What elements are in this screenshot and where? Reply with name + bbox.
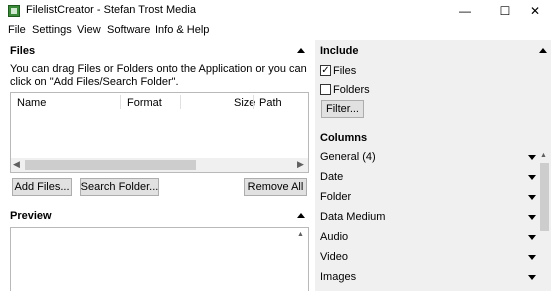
filter-button[interactable]: Filter...: [321, 100, 364, 118]
columns-item-data-medium[interactable]: Data Medium: [320, 211, 385, 223]
maximize-button[interactable]: ☐: [488, 0, 522, 22]
menu-view[interactable]: View: [77, 24, 101, 36]
column-separator[interactable]: [180, 95, 181, 109]
add-files-button[interactable]: Add Files...: [12, 178, 72, 196]
chevron-down-icon[interactable]: [528, 175, 536, 180]
include-section-title: Include: [320, 45, 359, 57]
remove-all-button[interactable]: Remove All: [244, 178, 307, 196]
column-separator[interactable]: [253, 95, 254, 109]
menu-settings[interactable]: Settings: [32, 24, 72, 36]
chevron-down-icon[interactable]: [528, 255, 536, 260]
columns-section-title: Columns: [320, 132, 368, 144]
scroll-right-icon[interactable]: ▶: [297, 159, 304, 170]
search-folder-button[interactable]: Search Folder...: [80, 178, 159, 196]
preview-area[interactable]: [10, 227, 309, 291]
column-header-path[interactable]: Path: [259, 97, 282, 109]
options-scroll-thumb[interactable]: [540, 163, 549, 231]
minimize-button[interactable]: —: [448, 0, 482, 22]
columns-item-images[interactable]: Images: [320, 271, 356, 283]
column-header-name[interactable]: Name: [17, 97, 46, 109]
columns-item-date[interactable]: Date: [320, 171, 343, 183]
include-files-checkbox[interactable]: ✓: [320, 65, 331, 76]
checkmark-icon: ✓: [321, 65, 330, 76]
include-collapse-icon[interactable]: [539, 48, 547, 53]
chevron-down-icon[interactable]: [528, 155, 536, 160]
preview-scroll-up-icon[interactable]: ▲: [297, 231, 304, 238]
include-files-label[interactable]: Files: [333, 65, 356, 77]
close-button[interactable]: ✕: [518, 0, 551, 22]
menu-software[interactable]: Software: [107, 24, 150, 36]
chevron-down-icon[interactable]: [528, 235, 536, 240]
include-folders-label[interactable]: Folders: [333, 84, 370, 96]
window-title: FilelistCreator - Stefan Trost Media: [26, 4, 196, 16]
menu-file[interactable]: File: [8, 24, 26, 36]
include-folders-checkbox[interactable]: [320, 84, 331, 95]
preview-section-title: Preview: [10, 210, 52, 222]
columns-item-audio[interactable]: Audio: [320, 231, 348, 243]
columns-item-folder[interactable]: Folder: [320, 191, 351, 203]
options-panel: [315, 40, 551, 291]
scroll-up-icon[interactable]: ▲: [540, 152, 547, 159]
files-hint-text: You can drag Files or Folders onto the A…: [10, 63, 307, 88]
columns-item-video[interactable]: Video: [320, 251, 348, 263]
file-list-scroll-thumb[interactable]: [25, 160, 196, 170]
chevron-down-icon[interactable]: [528, 215, 536, 220]
files-collapse-icon[interactable]: [297, 48, 305, 53]
column-separator[interactable]: [120, 95, 121, 109]
files-section-title: Files: [10, 45, 36, 57]
chevron-down-icon[interactable]: [528, 275, 536, 280]
column-header-format[interactable]: Format: [127, 97, 162, 109]
scroll-left-icon[interactable]: ◀: [13, 159, 20, 170]
chevron-down-icon[interactable]: [528, 195, 536, 200]
app-icon: [8, 5, 20, 17]
columns-item-general[interactable]: General (4): [320, 151, 376, 163]
preview-collapse-icon[interactable]: [297, 213, 305, 218]
menu-info-help[interactable]: Info & Help: [155, 24, 209, 36]
